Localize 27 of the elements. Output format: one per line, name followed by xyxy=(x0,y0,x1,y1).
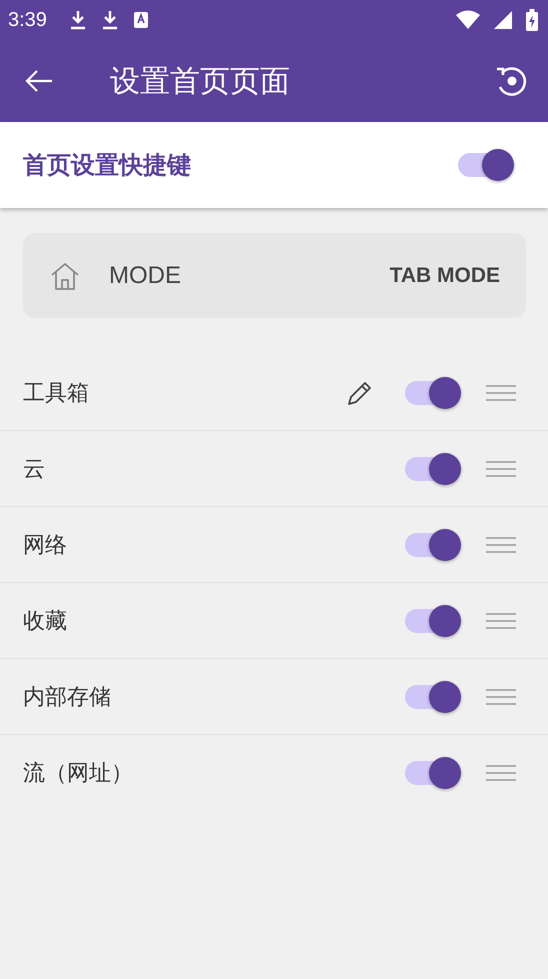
download-icon xyxy=(100,10,119,30)
mode-label: MODE xyxy=(109,262,182,290)
signal-icon xyxy=(494,11,512,29)
item-label: 流（网址） xyxy=(23,760,134,788)
item-label: 内部存储 xyxy=(23,684,112,712)
item-label: 收藏 xyxy=(23,608,68,636)
download-icon xyxy=(68,10,87,30)
drag-handle-icon[interactable] xyxy=(485,610,517,630)
reset-button[interactable] xyxy=(494,64,528,98)
drag-handle-icon[interactable] xyxy=(485,762,517,782)
page-title: 设置首页页面 xyxy=(110,62,291,100)
shortcut-label: 首页设置快捷键 xyxy=(23,150,191,181)
drag-handle-icon[interactable] xyxy=(485,534,517,554)
wifi-icon xyxy=(456,10,480,30)
home-icon xyxy=(49,260,81,290)
status-time: 3:39 xyxy=(8,8,47,32)
item-label: 工具箱 xyxy=(23,380,90,408)
drag-handle-icon[interactable] xyxy=(485,458,517,478)
back-button[interactable] xyxy=(24,69,54,93)
app-notification-icon xyxy=(132,11,149,29)
mode-value: TAB MODE xyxy=(390,264,500,288)
battery-charging-icon xyxy=(526,9,538,31)
item-label: 云 xyxy=(23,456,46,484)
drag-handle-icon[interactable] xyxy=(485,382,517,402)
mode-card[interactable]: MODE TAB MODE xyxy=(23,233,526,318)
drag-handle-icon[interactable] xyxy=(485,686,517,706)
item-label: 网络 xyxy=(23,532,68,560)
